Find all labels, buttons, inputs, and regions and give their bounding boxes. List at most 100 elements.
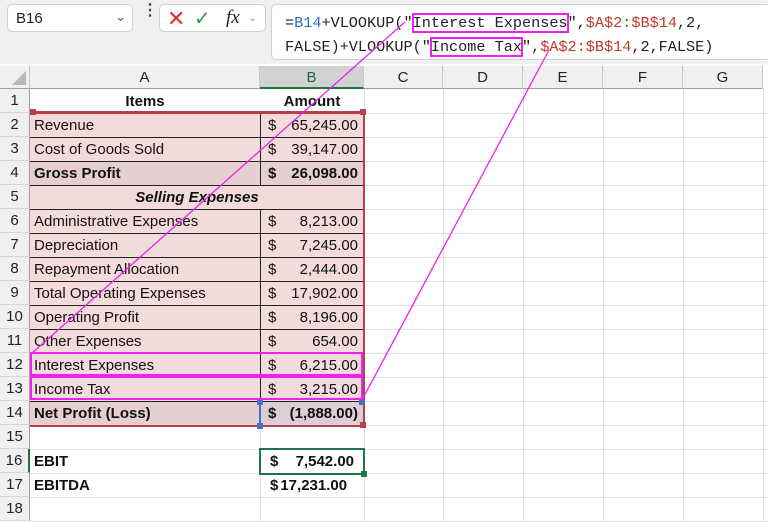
formula-range2: $A$2:$B$14 bbox=[540, 38, 632, 56]
cell-amount[interactable]: $ (1,888.00) bbox=[260, 402, 364, 426]
summary-amount-ebitda[interactable]: $17,231.00 bbox=[260, 474, 364, 498]
currency-symbol: $ bbox=[268, 285, 277, 302]
summary-label-ebit[interactable]: EBIT bbox=[30, 450, 260, 474]
amount-value: 3,215.00 bbox=[299, 381, 358, 398]
cell-item[interactable]: Cost of Goods Sold bbox=[30, 138, 260, 162]
formula-tail2: ,2,FALSE) bbox=[631, 38, 714, 56]
cell-amount[interactable]: $26,098.00 bbox=[260, 162, 364, 186]
reference-handle[interactable] bbox=[257, 423, 263, 429]
formula-input[interactable]: =B14+VLOOKUP("Interest Expenses",$A$2:$B… bbox=[271, 4, 768, 60]
currency-symbol: $ bbox=[268, 261, 277, 278]
amount-value: 7,245.00 bbox=[299, 237, 358, 254]
chevron-down-icon[interactable]: ⌄ bbox=[248, 11, 257, 24]
currency-symbol: $ bbox=[270, 477, 279, 494]
summary-amount-ebit[interactable]: $7,542.00 bbox=[260, 450, 364, 474]
row-header-1[interactable]: 1 bbox=[0, 89, 30, 113]
row-header-6[interactable]: 6 bbox=[0, 209, 30, 233]
row-header-17[interactable]: 17 bbox=[0, 473, 30, 497]
formula-controls: ✕ ✓ fx ⌄ bbox=[159, 4, 266, 32]
column-header-d[interactable]: D bbox=[443, 66, 523, 89]
currency-symbol: $ bbox=[268, 213, 277, 230]
cell-amount[interactable]: $8,196.00 bbox=[260, 306, 364, 330]
enter-check-icon[interactable]: ✓ bbox=[194, 6, 211, 31]
amount-value: (1,888.00) bbox=[289, 405, 358, 422]
row-header-15[interactable]: 15 bbox=[0, 425, 30, 449]
amount-value: 65,245.00 bbox=[291, 117, 358, 134]
row-header-11[interactable]: 11 bbox=[0, 329, 30, 353]
row-header-14[interactable]: 14 bbox=[0, 401, 30, 425]
formula-ref-b14: B14 bbox=[294, 14, 322, 32]
column-header-f[interactable]: F bbox=[603, 66, 683, 89]
row-header-3[interactable]: 3 bbox=[0, 137, 30, 161]
amount-value: 26,098.00 bbox=[291, 165, 358, 182]
row-header-9[interactable]: 9 bbox=[0, 281, 30, 305]
cell-amount[interactable]: $39,147.00 bbox=[260, 138, 364, 162]
cell-item[interactable]: Net Profit (Loss) bbox=[30, 402, 260, 426]
insert-function-icon[interactable]: fx bbox=[226, 7, 240, 29]
cell-amount[interactable]: $654.00 bbox=[260, 330, 364, 354]
formula-quote1: ", bbox=[567, 14, 586, 32]
currency-symbol: $ bbox=[268, 309, 277, 326]
chevron-down-icon[interactable]: ⌄ bbox=[115, 9, 126, 25]
cell-item[interactable]: Revenue bbox=[30, 114, 260, 138]
row-header-4[interactable]: 4 bbox=[0, 161, 30, 185]
amount-value: 6,215.00 bbox=[299, 357, 358, 374]
formula-quote2: ", bbox=[521, 38, 541, 56]
row-header-8[interactable]: 8 bbox=[0, 257, 30, 281]
row-header-13[interactable]: 13 bbox=[0, 377, 30, 401]
range-handle[interactable] bbox=[30, 109, 36, 115]
amount-value: 17,231.00 bbox=[280, 477, 348, 494]
reference-handle[interactable] bbox=[359, 399, 365, 405]
cell-item[interactable]: Repayment Allocation bbox=[30, 258, 260, 282]
connector-line-income-tax bbox=[361, 49, 550, 401]
row-header-10[interactable]: 10 bbox=[0, 305, 30, 329]
section-label[interactable]: Selling Expenses bbox=[30, 186, 364, 210]
cell-item[interactable]: Total Operating Expenses bbox=[30, 282, 260, 306]
column-header-a[interactable]: A bbox=[30, 66, 260, 89]
cell-item[interactable]: Administrative Expenses bbox=[30, 210, 260, 234]
formula-eq: = bbox=[285, 14, 295, 32]
row-header-16[interactable]: 16 bbox=[0, 449, 30, 473]
amount-value: 7,542.00 bbox=[295, 453, 354, 470]
column-header-c[interactable]: C bbox=[364, 66, 443, 89]
formula-range1: $A$2:$B$14 bbox=[585, 14, 677, 32]
column-header-g[interactable]: G bbox=[683, 66, 763, 89]
cell-item[interactable]: Operating Profit bbox=[30, 306, 260, 330]
cell-amount[interactable]: $8,213.00 bbox=[260, 210, 364, 234]
reference-handle[interactable] bbox=[257, 399, 263, 405]
row-header-5[interactable]: 5 bbox=[0, 185, 30, 209]
amount-value: 8,213.00 bbox=[299, 213, 358, 230]
summary-label-ebitda[interactable]: EBITDA bbox=[30, 474, 260, 498]
row-header-2[interactable]: 2 bbox=[0, 113, 30, 137]
currency-symbol: $ bbox=[268, 117, 277, 134]
cell-item[interactable]: Other Expenses bbox=[30, 330, 260, 354]
currency-symbol: $ bbox=[268, 237, 277, 254]
name-box[interactable]: B16 ⌄ bbox=[7, 4, 133, 32]
cell-amount[interactable]: $65,245.00 bbox=[260, 114, 364, 138]
name-box-value: B16 bbox=[16, 10, 43, 27]
fill-handle[interactable] bbox=[361, 471, 367, 477]
cell-item[interactable]: Gross Profit bbox=[30, 162, 260, 186]
column-header-b[interactable]: B bbox=[260, 66, 364, 89]
select-all-corner[interactable] bbox=[0, 66, 30, 89]
cell-amount[interactable]: $3,215.00 bbox=[260, 378, 364, 402]
cell-amount[interactable]: $17,902.00 bbox=[260, 282, 364, 306]
cell-amount[interactable]: $2,444.00 bbox=[260, 258, 364, 282]
range-handle[interactable] bbox=[360, 422, 366, 428]
row-header-12[interactable]: 12 bbox=[0, 353, 30, 377]
cell-amount[interactable]: $6,215.00 bbox=[260, 354, 364, 378]
cell-item[interactable]: Interest Expenses bbox=[30, 354, 260, 378]
row-header-18[interactable]: 18 bbox=[0, 497, 30, 521]
amount-value: 2,444.00 bbox=[299, 261, 358, 278]
cancel-icon[interactable]: ✕ bbox=[167, 6, 185, 32]
formula-lookup-income-tax: Income Tax bbox=[429, 37, 523, 57]
currency-symbol: $ bbox=[268, 141, 277, 158]
amount-value: 654.00 bbox=[312, 333, 358, 350]
row-header-7[interactable]: 7 bbox=[0, 233, 30, 257]
cell-item[interactable]: Income Tax bbox=[30, 378, 260, 402]
cell-amount[interactable]: $7,245.00 bbox=[260, 234, 364, 258]
cell-item[interactable]: Depreciation bbox=[30, 234, 260, 258]
column-header-e[interactable]: E bbox=[523, 66, 603, 89]
more-options-icon[interactable]: ⋮ bbox=[142, 3, 158, 19]
range-handle[interactable] bbox=[360, 109, 366, 115]
